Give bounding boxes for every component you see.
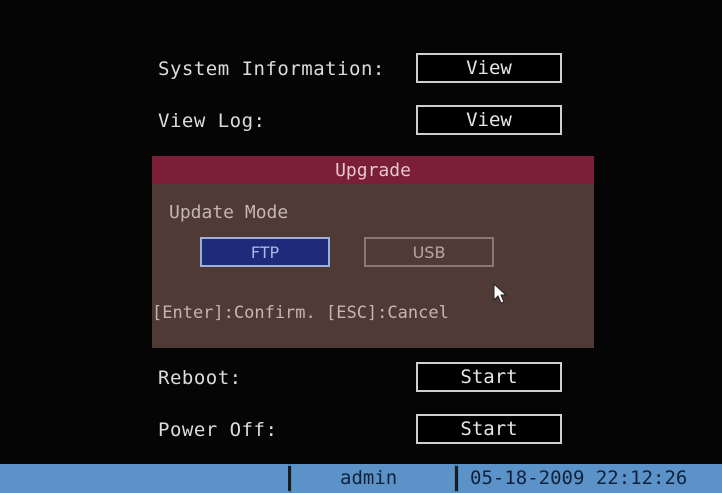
upgrade-dialog-title: Upgrade	[152, 156, 594, 184]
view-log-view-button[interactable]: View	[416, 105, 562, 135]
power-off-label: Power Off:	[158, 419, 278, 441]
update-mode-label: Update Mode	[169, 202, 289, 223]
system-information-view-button[interactable]: View	[416, 53, 562, 83]
view-log-label: View Log:	[158, 110, 266, 132]
system-information-label: System Information:	[158, 58, 385, 80]
status-bar-left-segment	[0, 464, 288, 493]
upgrade-dialog: Upgrade Update Mode FTP USB [Enter]:Conf…	[152, 156, 594, 348]
reboot-label: Reboot:	[158, 367, 242, 389]
status-bar-divider	[455, 466, 458, 491]
status-datetime: 05-18-2009 22:12:26	[470, 467, 688, 489]
status-bar: admin 05-18-2009 22:12:26	[0, 464, 722, 493]
dialog-key-hint: [Enter]:Confirm. [ESC]:Cancel	[152, 303, 449, 323]
ftp-mode-button[interactable]: FTP	[200, 237, 330, 267]
mouse-cursor-icon	[493, 283, 508, 304]
status-bar-divider	[288, 466, 291, 491]
power-off-start-button[interactable]: Start	[416, 414, 562, 444]
dvr-system-menu: System Information: View View Log: View …	[0, 0, 722, 493]
current-user: admin	[340, 467, 398, 489]
reboot-start-button[interactable]: Start	[416, 362, 562, 392]
usb-mode-button[interactable]: USB	[364, 237, 494, 267]
